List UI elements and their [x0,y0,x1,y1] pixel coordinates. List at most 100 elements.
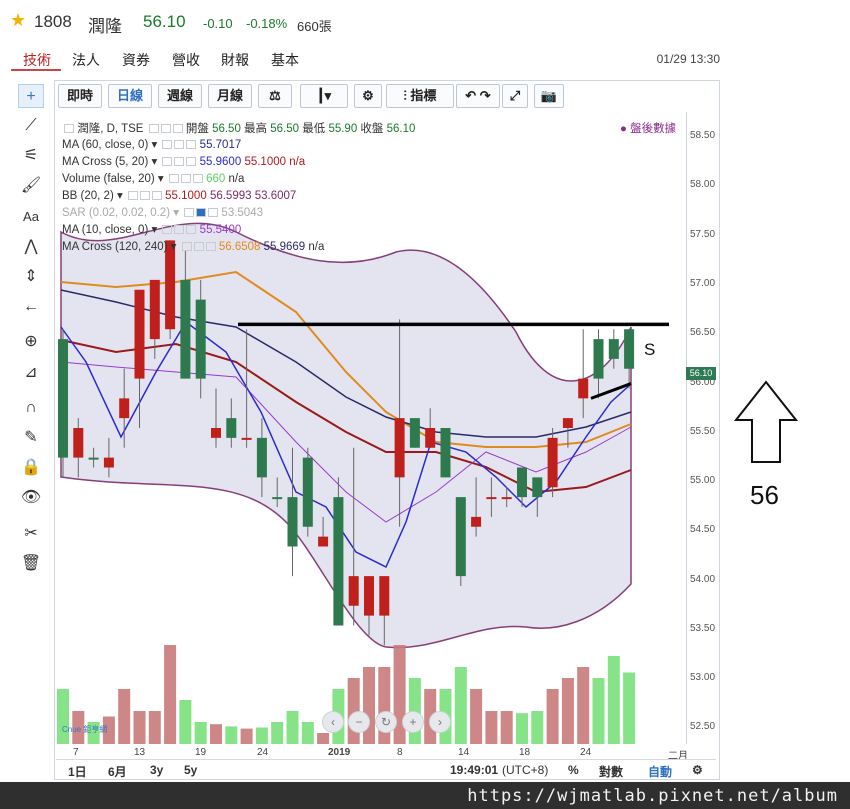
settings-icon[interactable] [193,242,204,252]
range-6m-button[interactable]: 6月 [108,763,127,780]
timezone[interactable]: (UTC+8) [502,763,548,777]
ma60-value: 55.7017 [199,139,242,151]
tab-revenue[interactable]: 營收 [172,50,200,70]
visibility-icon[interactable] [127,191,138,201]
close-icon[interactable] [151,191,162,201]
range-1d-button[interactable]: 1日 [68,763,87,780]
ma10-value: 55.5400 [199,224,242,236]
zoom-in-icon[interactable]: + [402,711,424,733]
arrow-left-icon[interactable]: ← [18,295,44,319]
close-icon[interactable] [205,242,216,252]
monthly-button[interactable]: 月線 [208,84,252,108]
candle-body [226,418,237,438]
volume-bar [623,672,636,744]
visibility-icon[interactable] [184,208,195,218]
tab-basic[interactable]: 基本 [271,50,299,70]
stock-price: 56.10 [143,12,186,31]
visibility-icon[interactable] [162,157,173,167]
zoom-out-icon[interactable]: − [348,711,370,733]
daily-button[interactable]: 日線 [108,84,152,108]
macross-v2: 55.1000 [244,156,287,168]
trendline-icon[interactable]: ⟋ [18,114,44,138]
open-label: 開盤 [185,123,209,135]
collapse-icon[interactable] [64,124,74,134]
visibility-icon[interactable] [148,124,159,134]
scroll-left-icon[interactable]: ‹ [322,711,344,733]
camera-icon[interactable]: 📷 [534,84,564,108]
fullscreen-icon[interactable]: ⤢ [502,84,528,108]
legend-macross2: MA Cross (120, 240) ▾ 56.6508 55.9669 n/… [62,241,325,253]
measure-icon[interactable]: ⇕ [18,265,44,289]
close-icon[interactable] [172,124,183,134]
auto-scale-toggle[interactable]: 自動 [648,763,672,780]
settings-gear-icon[interactable]: ⚙ [354,84,382,108]
realtime-button[interactable]: 即時 [58,84,102,108]
tab-institutional[interactable]: 法人 [72,50,100,70]
close-icon[interactable] [208,208,219,218]
settings-icon[interactable] [139,191,150,201]
visibility-icon[interactable] [168,174,179,184]
text-icon[interactable]: Aa [18,205,44,229]
trash-icon[interactable]: 🗑 [18,552,44,576]
close-label: 收盤 [360,123,384,135]
tab-technical[interactable]: 技術 [23,50,51,70]
close-icon[interactable] [186,140,197,150]
favorite-star-icon[interactable]: ★ [10,10,26,31]
reset-icon[interactable]: ↻ [375,711,397,733]
price-axis[interactable]: 58.50 58.00 57.50 57.00 56.50 56.00 55.5… [686,112,718,744]
settings-icon[interactable] [174,140,185,150]
undo-redo-buttons[interactable]: ↶ ↷ [456,84,500,108]
chart-type-dropdown[interactable]: ┃▾ [300,84,348,108]
brush-icon[interactable]: 🖌 [18,174,44,198]
macross2-v2: 55.9669 [263,241,306,253]
settings-icon[interactable] [174,157,185,167]
candle-body [103,457,114,468]
range-5y-button[interactable]: 5y [184,763,197,777]
log-toggle[interactable]: 對數 [599,763,623,780]
candle-body [149,279,160,340]
volume-bar [454,667,467,744]
range-3y-button[interactable]: 3y [150,763,163,777]
tab-financials[interactable]: 財報 [221,50,249,70]
indicators-button[interactable]: ⫶ 指標 [386,84,454,108]
pencil-lock-icon[interactable]: ✎ [18,426,44,450]
settings-icon[interactable] [174,225,185,235]
macross-v1: 55.9600 [199,156,242,168]
weekly-button[interactable]: 週線 [158,84,202,108]
ma60-name: MA (60, close, 0) [62,139,149,151]
eye-icon[interactable]: 👁 [18,486,44,510]
volume-bar [57,689,69,744]
zoom-icon[interactable]: ⊕ [18,330,44,354]
active-tab-indicator [11,69,61,71]
legend-sar: SAR (0.02, 0.02, 0.2) ▾ 53.5043 [62,207,263,219]
crosshair-icon[interactable]: + [18,84,44,108]
percent-toggle[interactable]: % [568,763,579,777]
visibility-icon[interactable] [162,225,173,235]
candle-body [501,497,512,500]
settings-icon[interactable] [180,174,191,184]
compare-icon[interactable]: ⚖ [258,84,292,108]
settings-icon[interactable] [160,124,171,134]
y-tick: 52.50 [690,721,716,732]
magnet-icon[interactable]: ∩ [18,396,44,420]
tools-icon[interactable]: ✂ [18,522,44,546]
settings-icon[interactable] [196,208,207,218]
close-icon[interactable] [186,157,197,167]
macross2-v1: 56.6508 [218,241,261,253]
macross-v3: n/a [289,156,306,168]
chart-settings-gear-icon[interactable]: ⚙ [692,763,703,777]
pattern-icon[interactable]: ⋀ [18,235,44,259]
close-icon[interactable] [186,225,197,235]
volume-bar [179,700,192,744]
ruler-icon[interactable]: ⊿ [18,361,44,385]
close-icon[interactable] [192,174,203,184]
macross-name: MA Cross (5, 20) [62,156,149,168]
after-hours-label[interactable]: ● 盤後數據 [620,120,676,136]
stock-name: 潤隆 [88,17,122,36]
scroll-right-icon[interactable]: › [429,711,451,733]
tab-margin[interactable]: 資券 [122,50,150,70]
lock-icon[interactable]: 🔒 [18,456,44,480]
visibility-icon[interactable] [181,242,192,252]
fib-icon[interactable]: ⚟ [18,144,44,168]
visibility-icon[interactable] [162,140,173,150]
